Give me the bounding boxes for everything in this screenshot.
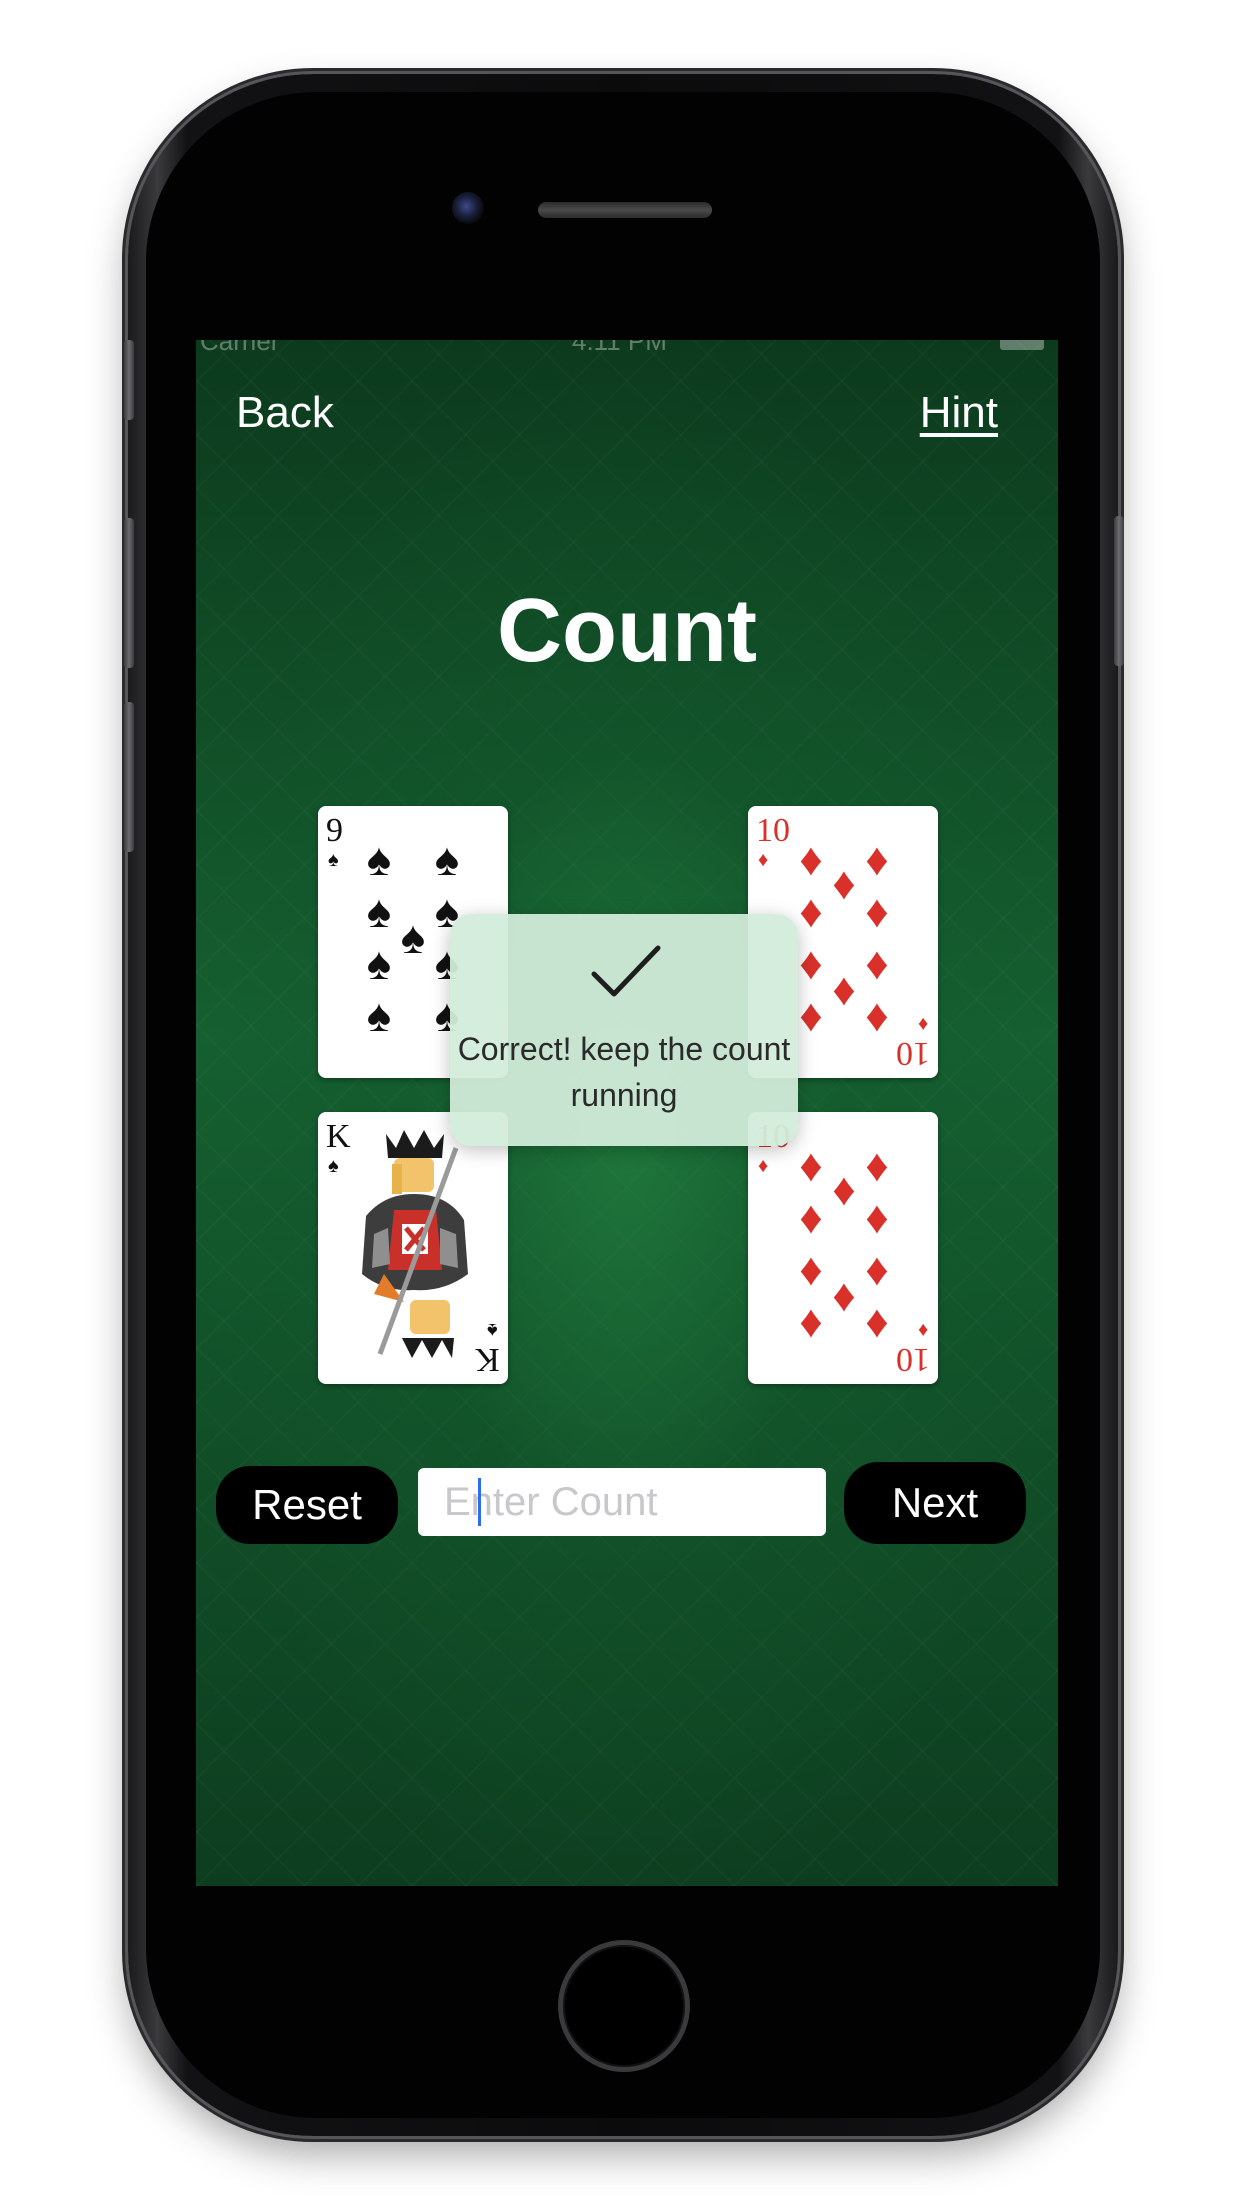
home-button[interactable] [558,1940,690,2072]
spade-icon: ♠ [434,833,460,885]
page-title: Count [497,581,757,681]
spade-icon: ♠ [328,849,339,871]
earpiece-speaker [538,202,712,218]
back-button[interactable]: Back [236,388,334,438]
mute-switch [124,340,134,420]
next-button[interactable]: Next [844,1462,1026,1544]
diamond-icon: ♦ [758,849,769,871]
front-camera [452,192,484,224]
diamond-icon: ♦ [865,1295,889,1347]
diamond-icon: ♦ [865,885,889,937]
power-button [1114,516,1124,666]
diamond-icon: ♦ [917,1319,928,1341]
card-pips: ♦ ♦ ♦ ♦ ♦ ♦ ♦ ♦ ♦ ♦ [778,1142,908,1354]
spade-icon: ♠ [366,989,392,1041]
diamond-icon: ♦ [758,1155,769,1177]
clock: 4:11 PM [572,340,667,356]
text-cursor [478,1478,481,1526]
toast-message: Correct! keep the count running [457,1031,791,1113]
card-rank: 9 [326,812,343,849]
card-ten-of-diamonds: 10 ♦ 10 ♦ ♦ ♦ ♦ ♦ ♦ ♦ ♦ ♦ ♦ ♦ [748,1112,938,1384]
hint-button[interactable]: Hint [920,388,998,438]
diamond-icon: ♦ [799,1295,823,1347]
correct-toast: Correct! keep the count running [450,914,798,1146]
diamond-icon: ♦ [865,989,889,1041]
king-figure-icon [362,1130,468,1358]
spade-icon: ♠ [328,1155,339,1177]
volume-up-button [124,518,134,668]
carrier-label: Carrier [200,340,280,356]
diamond-icon: ♦ [917,1013,928,1035]
status-bar: Carrier 4:11 PM [196,340,1058,356]
checkmark-icon [591,945,661,997]
battery-icon [1000,340,1044,350]
app-screen: Carrier 4:11 PM Back Hint Count 9 ♠ ♠ ♠ … [196,340,1058,1886]
spade-icon: ♠ [366,937,392,989]
reset-button[interactable]: Reset [216,1466,398,1544]
diamond-icon: ♦ [799,1191,823,1243]
spade-icon: ♠ [366,833,392,885]
card-king-of-spades: K ♠ K ♠ [318,1112,508,1384]
volume-down-button [124,702,134,852]
diamond-icon: ♦ [865,1191,889,1243]
